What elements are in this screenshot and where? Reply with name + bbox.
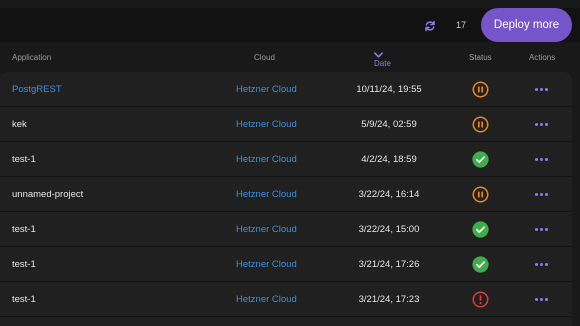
deployment-date: 4/2/24, 18:59 — [361, 154, 417, 165]
column-header-date[interactable]: Date — [374, 52, 391, 68]
actions-button[interactable] — [533, 293, 549, 305]
table-row[interactable]: PostgREST Hetzner Cloud 10/11/24, 19:55 — [0, 72, 572, 107]
status-badge — [472, 81, 489, 98]
column-header-date-label: Date — [374, 59, 391, 68]
check-circle-icon — [472, 221, 489, 238]
chevron-down-icon — [374, 52, 383, 58]
cloud-link[interactable]: Hetzner Cloud — [236, 154, 297, 165]
more-icon — [534, 262, 548, 266]
application-name: test-1 — [12, 259, 36, 270]
actions-button[interactable] — [533, 118, 549, 130]
application-name[interactable]: PostgREST — [12, 84, 62, 95]
more-icon — [534, 157, 548, 161]
column-header-application: Application — [12, 53, 52, 62]
deployment-date: 3/22/24, 15:00 — [358, 224, 420, 235]
cloud-link[interactable]: Hetzner Cloud — [236, 259, 297, 270]
column-header-actions: Actions — [529, 53, 556, 62]
cloud-link[interactable]: Hetzner Cloud — [236, 294, 297, 305]
deployment-date: 10/11/24, 19:55 — [356, 84, 422, 95]
pause-icon — [472, 81, 489, 98]
error-icon — [472, 291, 489, 308]
table-row[interactable]: test-1 Hetzner Cloud 3/21/24, 17:23 — [0, 282, 572, 317]
refresh-button[interactable] — [420, 16, 440, 36]
status-badge — [472, 116, 489, 133]
deployments-table: PostgREST Hetzner Cloud 10/11/24, 19:55 kek… — [0, 72, 572, 326]
deployment-date: 3/21/24, 17:26 — [358, 259, 420, 270]
status-badge — [472, 291, 489, 308]
deploy-more-button[interactable]: Deploy more — [481, 8, 572, 42]
column-header-cloud: Cloud — [254, 53, 275, 62]
status-badge — [472, 256, 489, 273]
actions-button[interactable] — [533, 223, 549, 235]
cloud-link[interactable]: Hetzner Cloud — [236, 224, 297, 235]
deployment-count-badge: 17 — [447, 11, 475, 39]
check-circle-icon — [472, 256, 489, 273]
more-icon — [534, 192, 548, 196]
status-badge — [472, 221, 489, 238]
status-badge — [472, 151, 489, 168]
check-circle-icon — [472, 151, 489, 168]
pause-icon — [472, 186, 489, 203]
more-icon — [534, 122, 548, 126]
table-row[interactable]: test-1 Hetzner Cloud 3/21/24, 17:26 — [0, 247, 572, 282]
deployment-date: 3/22/24, 16:14 — [358, 189, 420, 200]
cloud-link[interactable]: Hetzner Cloud — [236, 84, 297, 95]
deployment-date: 3/21/24, 17:23 — [358, 294, 420, 305]
actions-button[interactable] — [533, 188, 549, 200]
refresh-icon — [425, 20, 435, 32]
table-row[interactable]: kek Hetzner Cloud 5/9/24, 02:59 — [0, 107, 572, 142]
deployment-date: 5/9/24, 02:59 — [361, 119, 417, 130]
pause-icon — [472, 116, 489, 133]
cloud-link[interactable]: Hetzner Cloud — [236, 119, 297, 130]
actions-button[interactable] — [533, 153, 549, 165]
more-icon — [534, 297, 548, 301]
table-header: Application Cloud Date Status Actions — [0, 46, 580, 68]
application-name: kek — [12, 119, 27, 130]
more-icon — [534, 87, 548, 91]
application-name: test-1 — [12, 154, 36, 165]
table-row[interactable]: test-1 Hetzner Cloud 3/22/24, 15:00 — [0, 212, 572, 247]
more-icon — [534, 227, 548, 231]
actions-button[interactable] — [533, 258, 549, 270]
column-header-status: Status — [469, 53, 492, 62]
application-name: test-1 — [12, 224, 36, 235]
status-badge — [472, 186, 489, 203]
application-name: unnamed-project — [12, 189, 84, 200]
cloud-link[interactable]: Hetzner Cloud — [236, 189, 297, 200]
actions-button[interactable] — [533, 83, 549, 95]
application-name: test-1 — [12, 294, 36, 305]
table-row[interactable]: test-1 Hetzner Cloud 4/2/24, 18:59 — [0, 142, 572, 177]
table-row[interactable]: unnamed-project Hetzner Cloud 3/22/24, 16:… — [0, 177, 572, 212]
deployment-count: 17 — [455, 20, 466, 30]
